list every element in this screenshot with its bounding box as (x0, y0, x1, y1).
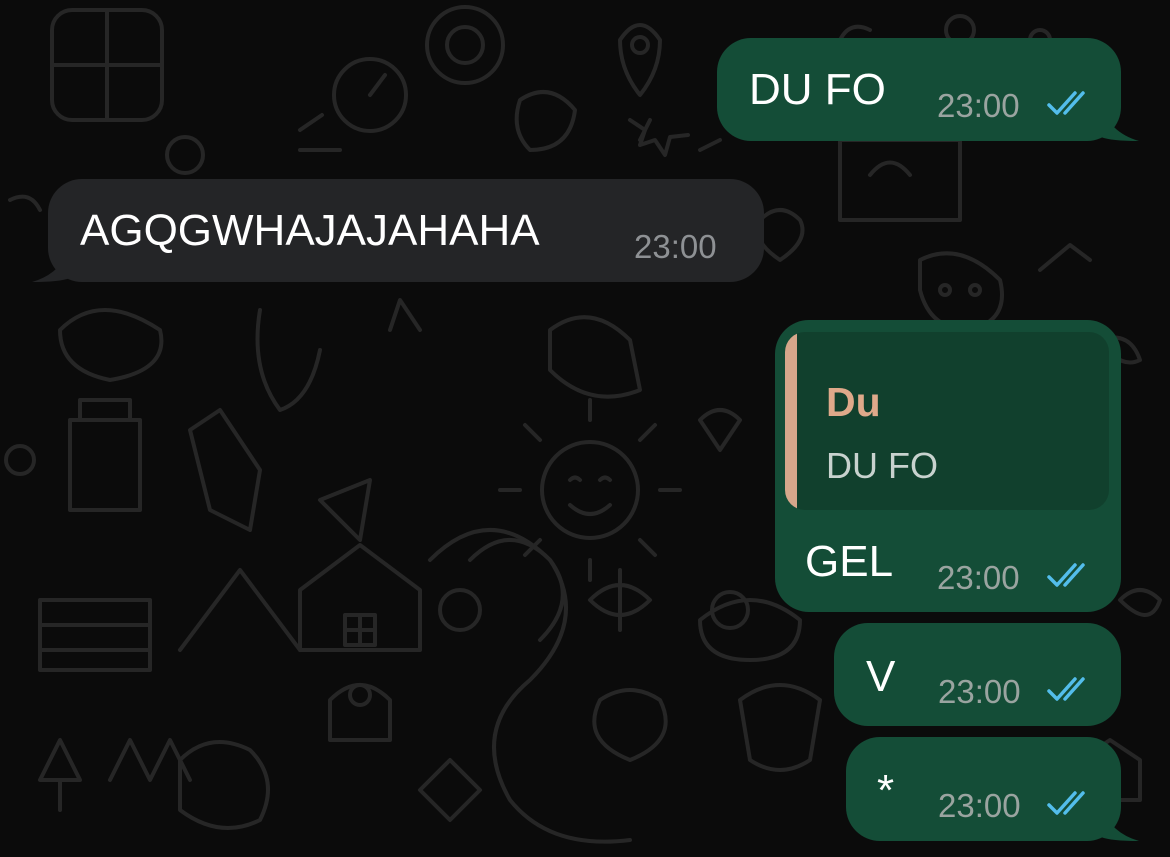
message-time: 23:00 (938, 673, 1021, 710)
message-time: 23:00 (937, 559, 1020, 596)
message-bubble-incoming[interactable]: AGQGWHAJAJAHAHA 23:00 (32, 179, 764, 282)
message-time: 23:00 (937, 87, 1020, 124)
double-check-icon (1047, 791, 1085, 815)
message-time: 23:00 (938, 787, 1021, 824)
quoted-message[interactable]: Du DU FO (785, 332, 1109, 510)
message-text: AGQGWHAJAJAHAHA (80, 206, 540, 255)
message-text: DU FO (749, 65, 886, 114)
bubble-tail (32, 248, 70, 282)
message-text: * (877, 766, 895, 815)
bubble-tail (1101, 107, 1139, 141)
message-text: GEL (805, 537, 894, 586)
double-check-icon (1047, 677, 1085, 701)
message-bubble-outgoing-reply[interactable]: Du DU FO GEL 23:00 (775, 320, 1121, 612)
bubble-tail (1101, 807, 1139, 841)
message-bubble-outgoing[interactable]: DU FO 23:00 (717, 38, 1139, 141)
chat-view[interactable]: DU FO 23:00 AGQGWHAJAJAHAHA 23:00 Du DU … (0, 0, 1170, 857)
quote-text: DU FO (826, 445, 938, 486)
message-bubble-outgoing[interactable]: V 23:00 (834, 623, 1121, 726)
message-time: 23:00 (634, 228, 717, 265)
quote-accent-bar (785, 332, 797, 510)
message-text: V (866, 652, 896, 701)
double-check-icon (1047, 91, 1085, 115)
quote-author: Du (826, 379, 881, 425)
double-check-icon (1047, 563, 1085, 587)
message-bubble-outgoing[interactable]: * 23:00 (846, 737, 1139, 841)
